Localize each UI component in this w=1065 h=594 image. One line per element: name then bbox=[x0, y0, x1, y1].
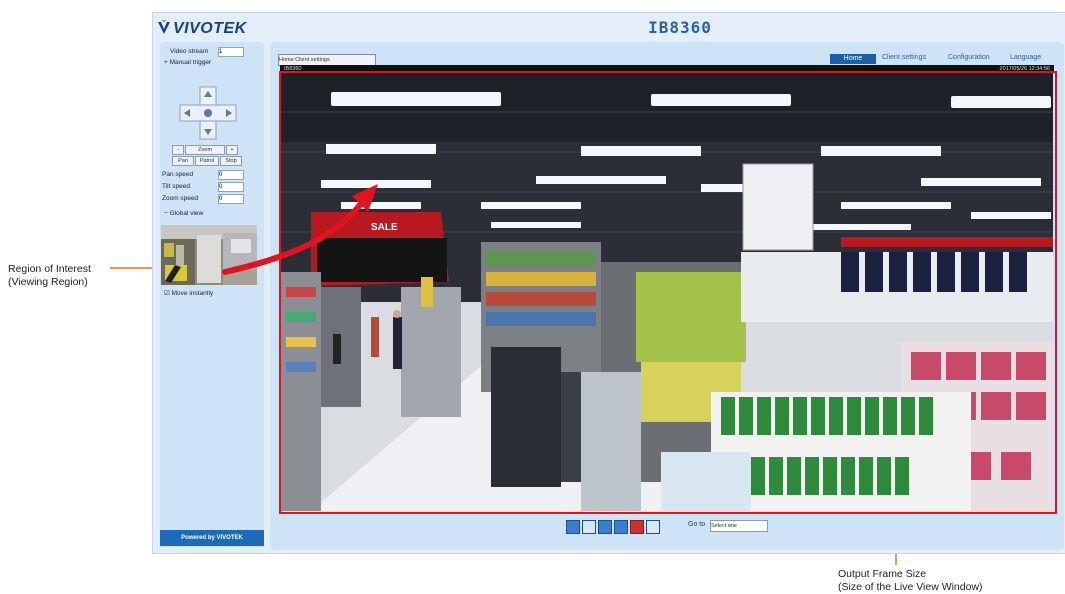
pause-icon[interactable] bbox=[598, 520, 612, 534]
snapshot-icon[interactable] bbox=[566, 520, 580, 534]
digital-zoom-icon[interactable] bbox=[582, 520, 596, 534]
record-icon[interactable] bbox=[630, 520, 644, 534]
stop-icon[interactable] bbox=[614, 520, 628, 534]
fullscreen-icon[interactable] bbox=[646, 520, 660, 534]
roi-arrow bbox=[222, 184, 378, 275]
goto-select-value: Select one bbox=[711, 523, 737, 529]
goto-select[interactable]: Select one bbox=[710, 520, 768, 532]
goto-label: Go to bbox=[688, 521, 706, 528]
arrow-curve bbox=[222, 202, 363, 275]
